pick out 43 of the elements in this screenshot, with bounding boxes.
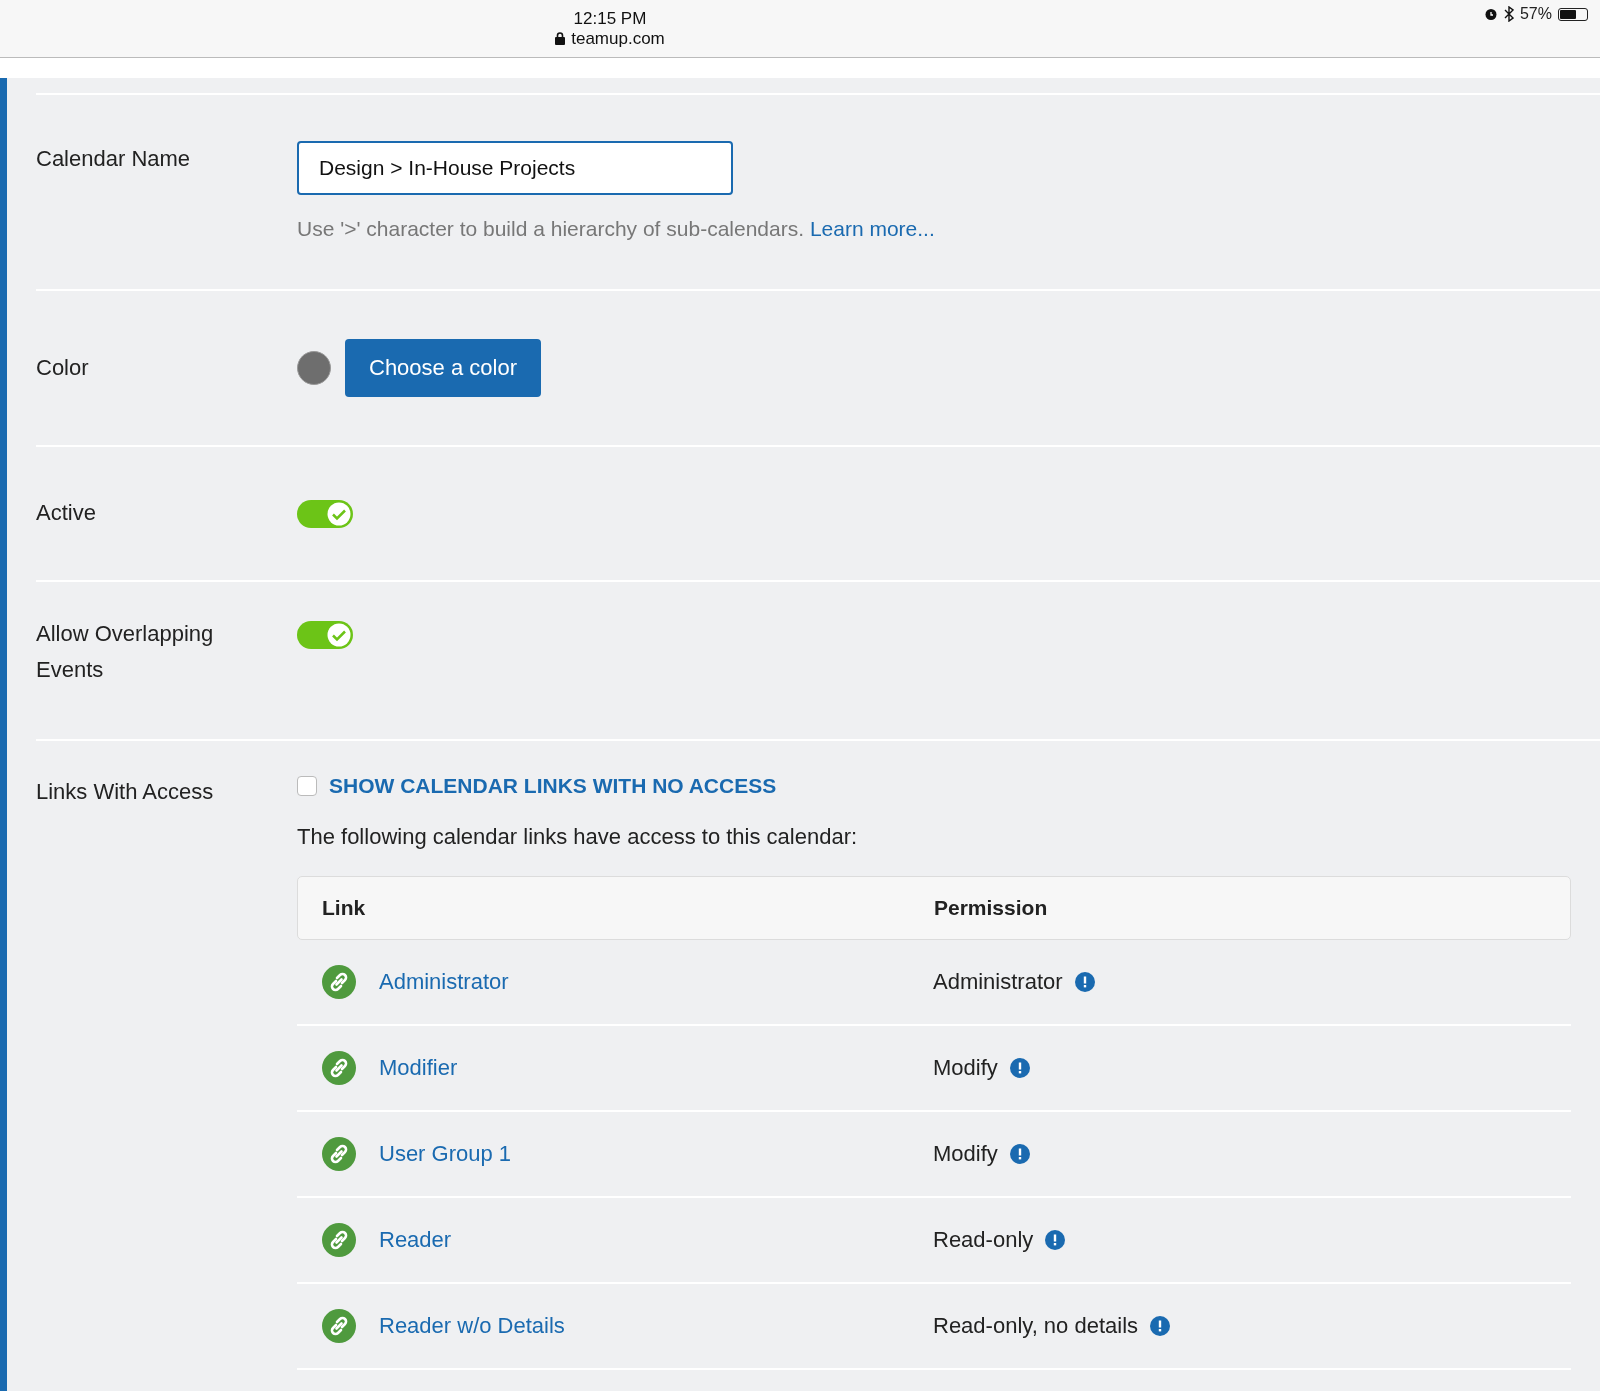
clock-time: 12:15 PM: [573, 8, 647, 29]
field-label: Calendar Name: [36, 145, 192, 173]
column-header: Permission: [934, 896, 1048, 920]
info-icon[interactable]: [1150, 1316, 1171, 1336]
field-label: Links With Access: [36, 778, 215, 806]
learn-more-link[interactable]: Learn more...: [809, 217, 935, 240]
hint-text: Use '>' character to build a hierarchy of sub-calendars. Learn more...: [297, 217, 936, 241]
field-label: Allow Overlapping Events: [36, 620, 215, 684]
column-header: Link: [322, 896, 366, 920]
field-label: Color: [36, 354, 90, 382]
field-label: Active: [36, 499, 97, 527]
link-icon: [321, 1308, 357, 1344]
choose-color-button[interactable]: Choose a color: [345, 339, 541, 397]
info-icon[interactable]: [1009, 1144, 1030, 1164]
link-name[interactable]: User Group 1: [379, 1141, 512, 1167]
info-icon[interactable]: [1045, 1230, 1066, 1250]
link-name[interactable]: Administrator: [379, 969, 509, 995]
calendar-name-field[interactable]: Design > In-House Projects: [297, 141, 733, 195]
permission-text: Modify: [933, 1141, 998, 1167]
permission-text: Read-only, no details: [933, 1313, 1139, 1339]
link-name[interactable]: Reader w/o Details: [379, 1313, 565, 1339]
intro-text: The following calendar links have access to this calendar:: [297, 824, 859, 850]
checkbox[interactable]: [297, 776, 317, 796]
alarm-clock-icon: [1483, 7, 1498, 21]
battery-percent: 57%: [1519, 5, 1552, 23]
permission-text: Modify: [933, 1055, 998, 1081]
bluetooth-icon: [1503, 6, 1514, 22]
lock-icon: [555, 32, 566, 45]
url-text[interactable]: teamup.com: [571, 28, 665, 49]
battery-icon: [1558, 7, 1588, 21]
link-icon: [321, 1136, 357, 1172]
link-icon: [321, 1050, 357, 1086]
toggle-switch[interactable]: [297, 621, 353, 649]
permission-text: Read-only: [933, 1227, 1034, 1253]
info-icon[interactable]: [1009, 1058, 1030, 1078]
toggle-switch[interactable]: [297, 500, 353, 528]
checkbox-label[interactable]: SHOW CALENDAR LINKS WITH NO ACCESS: [329, 774, 777, 798]
link-name[interactable]: Reader: [379, 1227, 452, 1253]
info-icon[interactable]: [1074, 972, 1095, 992]
link-icon: [321, 964, 357, 1000]
link-icon: [321, 1222, 357, 1258]
permission-text: Administrator: [933, 969, 1063, 995]
link-name[interactable]: Modifier: [379, 1055, 458, 1081]
